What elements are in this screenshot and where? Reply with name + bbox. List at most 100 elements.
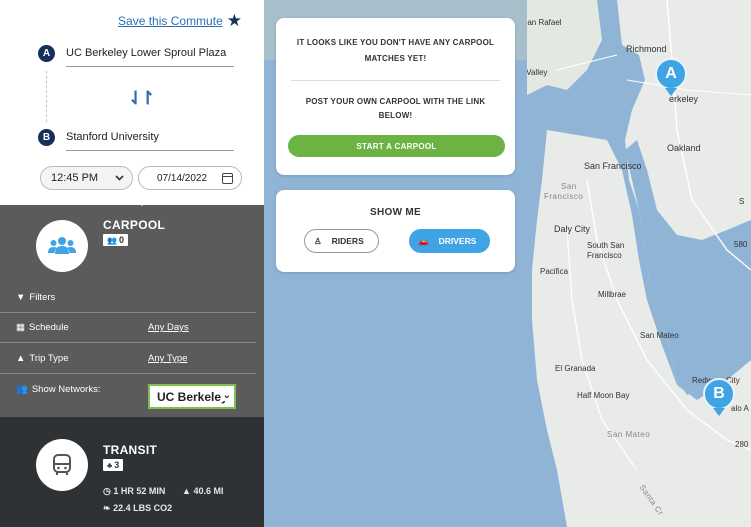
origin-marker-tail: [665, 88, 677, 96]
rider-icon: ♙: [314, 235, 322, 246]
map-label-millbrae: Millbrae: [598, 290, 627, 299]
date-value: 07/14/2022: [157, 172, 208, 184]
carpool-title: CARPOOL: [103, 218, 166, 232]
show-me-card: SHOW ME ♙ RIDERS 🚗 DRIVERS: [276, 190, 515, 272]
networks-select[interactable]: UC Berkeley ⌄: [148, 384, 236, 409]
filter-icon: ▼: [16, 292, 26, 303]
trip-type-text: Trip Type: [29, 353, 69, 364]
map-label-san-mateo: San Mateo: [640, 331, 679, 340]
map-label-daly-city: Daly City: [554, 224, 591, 234]
map-label-palo-alto: alo A: [731, 404, 749, 413]
show-networks-text: Show Networks:: [31, 384, 101, 395]
carpool-count: 0: [118, 235, 124, 245]
origin-underline: [66, 66, 234, 67]
map[interactable]: San Rafael Mill Valley Richmond erkeley …: [527, 0, 751, 527]
trip-type-link[interactable]: Any Type: [148, 353, 187, 364]
time-value: 12:45 PM: [51, 172, 99, 184]
duration-value: 1 HR 52 MIN: [113, 486, 166, 496]
group-icon: [48, 237, 76, 254]
swap-locations-icon[interactable]: ⇃↾: [128, 88, 155, 109]
map-label-hwy-580: 580: [734, 240, 748, 249]
road-icon: ▲: [182, 486, 191, 496]
schedule-link[interactable]: Any Days: [148, 322, 189, 333]
people-icon: 👥: [107, 235, 117, 245]
map-label-sf-area-2: Francisco: [544, 192, 584, 201]
save-commute[interactable]: Save this Commute ★: [118, 12, 242, 29]
carpool-mode-button[interactable]: [36, 220, 88, 272]
post-carpool-line1: POST YOUR OWN CARPOOL WITH THE LINK: [305, 97, 486, 106]
road-icon: ▲: [16, 353, 26, 364]
calendar-icon: ▦: [16, 322, 25, 333]
clock-icon: ◷: [103, 486, 111, 496]
map-label-south-sf-2: Francisco: [587, 251, 622, 260]
origin-field[interactable]: UC Berkeley Lower Sproul Plaza: [66, 47, 226, 59]
map-label-el-granada: El Granada: [555, 364, 596, 373]
calendar-icon[interactable]: [222, 172, 233, 184]
divider: [291, 80, 500, 81]
time-select[interactable]: 12:45 PM: [40, 166, 133, 190]
riders-label: RIDERS: [331, 236, 364, 246]
save-commute-link[interactable]: Save this Commute: [118, 14, 223, 28]
schedule-label: ▦ Schedule: [16, 322, 69, 333]
no-matches-line1: IT LOOKS LIKE YOU DON'T HAVE ANY CARPOOL: [296, 38, 495, 47]
destination-field[interactable]: Stanford University: [66, 131, 159, 143]
transit-mode-button[interactable]: [36, 439, 88, 491]
map-label-san-mateo-county: San Mateo: [607, 430, 651, 439]
map-label-oakland: Oakland: [667, 143, 701, 153]
chevron-down-icon: [115, 175, 124, 181]
drivers-label: DRIVERS: [438, 236, 477, 246]
co2-value: 22.4 LBS CO2: [113, 503, 173, 513]
route-connector: [46, 71, 47, 122]
map-label-half-moon-bay: Half Moon Bay: [577, 391, 630, 400]
chevron-down-icon: ⌄: [220, 390, 231, 401]
carpool-pointer: [134, 198, 150, 206]
destination-marker-tail: [713, 408, 725, 416]
drivers-toggle[interactable]: 🚗 DRIVERS: [409, 229, 490, 253]
leaf-icon: ❧: [103, 503, 111, 513]
destination-underline: [66, 150, 234, 151]
start-carpool-button[interactable]: START A CARPOOL: [288, 135, 505, 157]
schedule-text: Schedule: [28, 322, 69, 333]
date-picker[interactable]: 07/14/2022: [138, 166, 242, 190]
map-label-south-sf-1: South San: [587, 241, 625, 250]
map-label-pacifica: Pacifica: [540, 267, 569, 276]
map-label-san-rafael: San Rafael: [527, 18, 562, 27]
networks-value: UC Berkeley: [157, 389, 228, 404]
people-icon: 👥: [16, 384, 28, 395]
car-icon: 🚗: [418, 235, 429, 246]
transit-count-badge: ♣ 3: [103, 459, 124, 471]
divider: [0, 373, 256, 374]
post-carpool-line2: BELOW!: [378, 111, 413, 120]
trip-type-label: ▲ Trip Type: [16, 353, 68, 364]
show-me-title: SHOW ME: [370, 207, 421, 218]
map-label-sf-area-1: San: [561, 182, 577, 191]
riders-toggle[interactable]: ♙ RIDERS: [304, 229, 379, 253]
filters-label[interactable]: ▼ Filters: [16, 292, 55, 303]
leaf-icon: ♣: [107, 460, 113, 470]
destination-map-marker[interactable]: B: [703, 378, 735, 410]
distance-value: 40.6 MI: [193, 486, 224, 496]
no-matches-line2: MATCHES YET!: [364, 54, 427, 63]
origin-map-marker[interactable]: A: [655, 58, 687, 90]
no-matches-card: IT LOOKS LIKE YOU DON'T HAVE ANY CARPOOL…: [276, 18, 515, 175]
transit-section: TRANSIT ♣ 3 ◷ 1 HR 52 MIN ▲ 40.6 MI ❧ 22…: [0, 417, 264, 527]
duration-stat: ◷ 1 HR 52 MIN: [103, 486, 165, 497]
map-label-richmond: Richmond: [626, 44, 667, 54]
co2-stat: ❧ 22.4 LBS CO2: [103, 503, 172, 514]
map-canvas: [527, 0, 751, 527]
carpool-count-badge: 👥 0: [103, 234, 128, 246]
map-label-san-francisco: San Francisco: [584, 161, 642, 171]
map-label-partial: S: [739, 197, 745, 206]
destination-pin: B: [38, 129, 55, 146]
divider: [0, 342, 256, 343]
divider: [0, 312, 256, 313]
origin-pin: A: [38, 45, 55, 62]
bus-icon: [53, 454, 71, 475]
transit-title: TRANSIT: [103, 443, 158, 457]
map-label-mill-valley: Mill Valley: [527, 68, 548, 77]
star-icon[interactable]: ★: [227, 12, 242, 29]
filters-text: Filters: [29, 292, 56, 303]
transit-count: 3: [114, 460, 120, 470]
distance-stat: ▲ 40.6 MI: [182, 486, 223, 496]
show-networks-label: 👥 Show Networks:: [16, 384, 100, 395]
